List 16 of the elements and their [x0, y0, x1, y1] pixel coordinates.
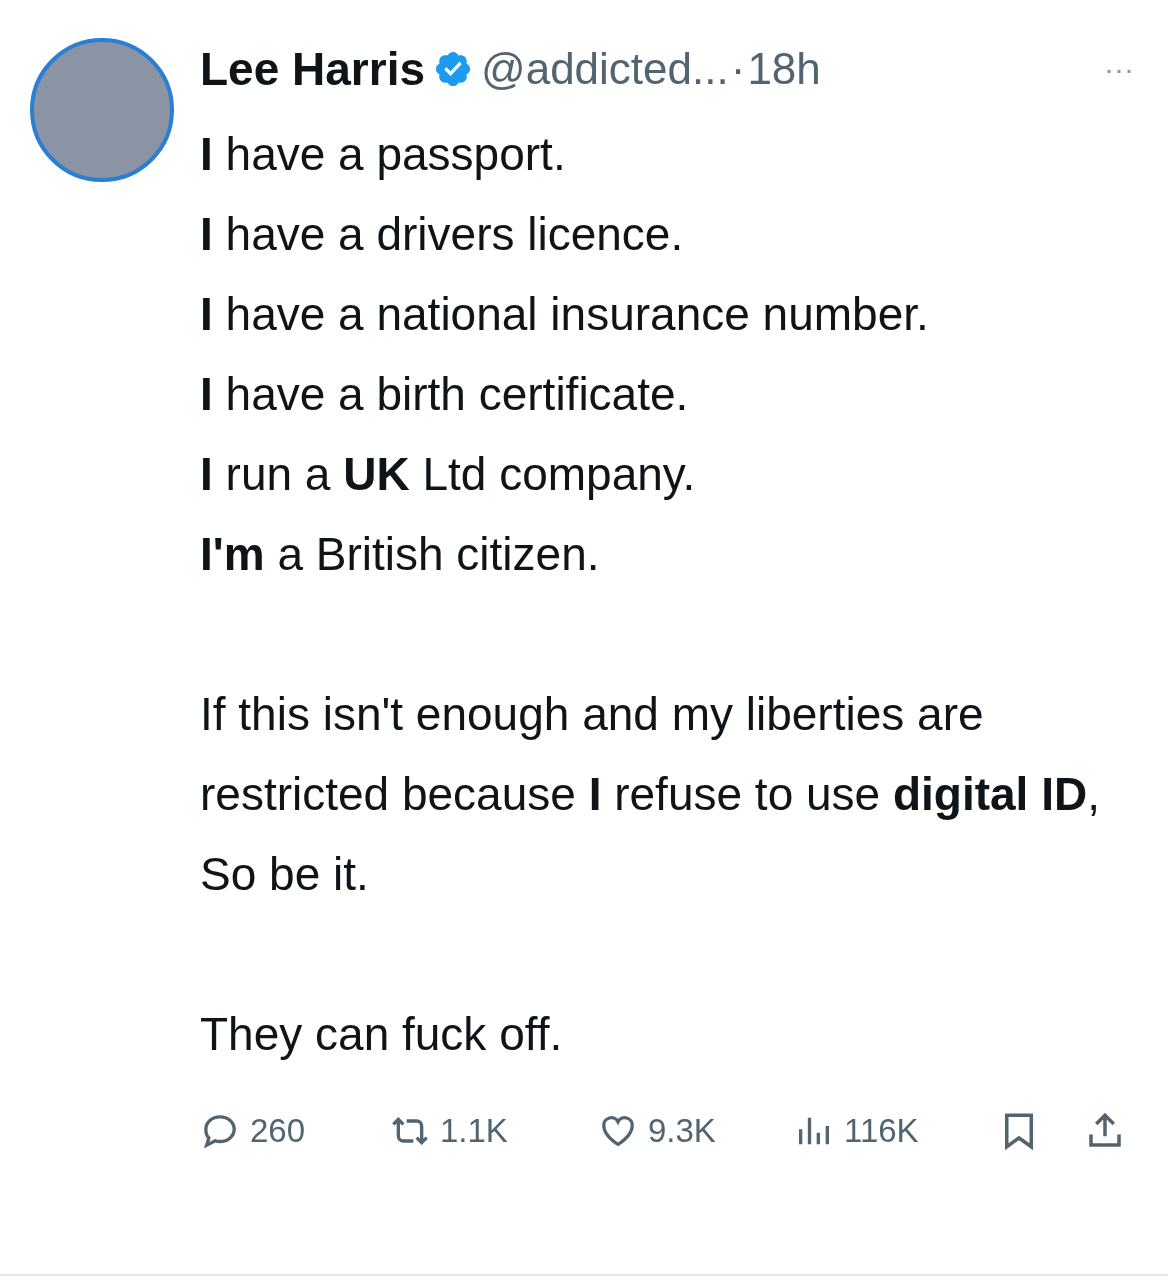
post-text: If this isn't enough and my liberties are restricted because I refuse to use digital ID, So be it.	[200, 687, 1101, 902]
post-text: I run a UK Ltd company.	[200, 447, 696, 502]
like-button[interactable]: 9.3K	[598, 1111, 794, 1151]
post-text: They can fuck off.	[200, 1007, 563, 1062]
author-handle[interactable]: @addicted...	[481, 44, 729, 94]
post-text: I have a passport.	[200, 127, 566, 182]
repost-button[interactable]: 1.1K	[390, 1111, 598, 1151]
reply-button[interactable]: 260	[200, 1111, 390, 1151]
post-text: I have a drivers licence.	[200, 207, 684, 262]
post-text: I'm a British citizen.	[200, 527, 600, 582]
post-text: I have a birth certificate.	[200, 367, 689, 422]
separator-dot: ·	[730, 44, 746, 94]
author-name[interactable]: Lee Harris	[200, 42, 425, 96]
views-button[interactable]: 116K	[794, 1111, 984, 1151]
post-text: I have a national insurance number.	[200, 287, 929, 342]
post-time[interactable]: 18h	[747, 44, 821, 94]
